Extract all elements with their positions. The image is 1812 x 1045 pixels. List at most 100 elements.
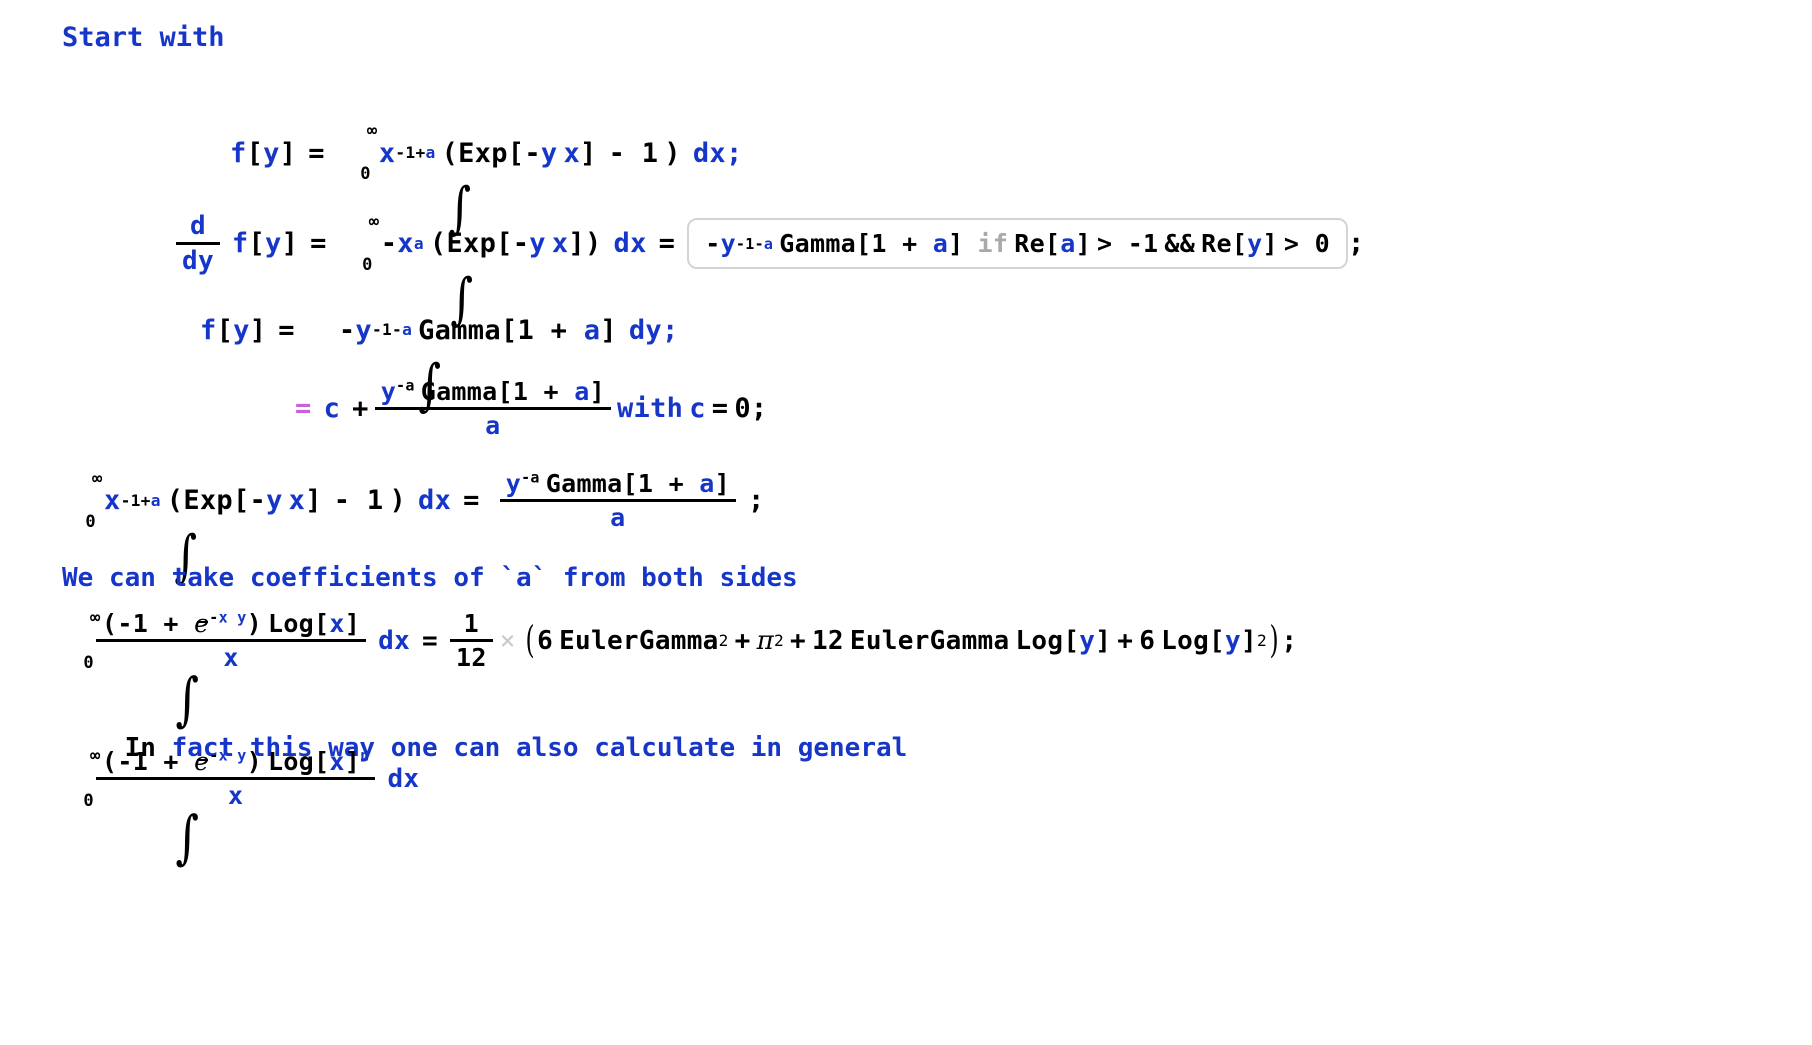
- eq7-num-log-x: x: [329, 747, 345, 776]
- eq1-x: x: [378, 137, 396, 169]
- eq3-equals: =: [278, 314, 295, 346]
- multiplication-icon: ×: [499, 625, 516, 656]
- integral-sign-2: ∫ ∞ 0: [339, 213, 473, 327]
- eq2-derivative-operator: d dy: [176, 212, 220, 275]
- boxed-and-operator: &&: [1164, 229, 1196, 259]
- eq2-bracket-open: [: [248, 228, 266, 260]
- boxed-negative: -: [705, 229, 721, 259]
- eq6-big-paren-open: (: [525, 618, 535, 663]
- eq7-num-log-bracket-open: [: [314, 747, 330, 776]
- eq1-dx: dx: [692, 137, 726, 169]
- eq5-minus-one: - 1: [333, 485, 384, 516]
- eq5-exp-minus: -: [249, 485, 267, 516]
- eq4-equals: =: [295, 393, 312, 424]
- eq1-exp-y: y: [540, 137, 558, 169]
- eq2-bracket-close: ]: [281, 228, 299, 260]
- eq6-num-neg-one: -1 +: [117, 609, 195, 638]
- eq7-numerator: (-1 + ℯ-x y) Log[x]n: [96, 748, 375, 777]
- eq6-equals: =: [422, 625, 438, 656]
- eq2-exp-bracket-open: [: [496, 228, 513, 260]
- eq5-fraction: y-a Gamma[1 + a] a: [499, 470, 736, 532]
- integral-lower-limit: 0: [85, 511, 96, 532]
- eq1-y: y: [263, 137, 280, 169]
- eq6-coefficient-fraction: 1 12: [450, 610, 493, 671]
- integral-upper-limit: ∞: [368, 211, 380, 232]
- eq1-bracket-open: [: [246, 137, 264, 169]
- eq5-numerator: y-a Gamma[1 + a]: [500, 470, 736, 499]
- eq3-negative: -: [338, 314, 356, 346]
- conditional-result-box: - y -1-a Gamma[1 + a] if Re[a] > -1 && Re[…: [687, 218, 1348, 270]
- eq2-x: x: [397, 228, 414, 260]
- eq4-equals-2: =: [711, 393, 729, 424]
- eq7-num-paren-open: (: [102, 747, 118, 776]
- eq6-term1-eulergamma: EulerGamma: [559, 625, 719, 656]
- eq6-numerator: (-1 + ℯ-x y) Log[x]: [96, 610, 366, 639]
- integral-sign-1: ∫ ∞ 0: [337, 123, 471, 237]
- eq7-dx: dx: [387, 763, 420, 794]
- eq6-dx: dx: [378, 625, 411, 656]
- eq3-gamma: Gamma: [418, 314, 501, 346]
- eq7-log-exponent-n: n: [360, 746, 370, 765]
- integral-sign-7: ∫ ∞ 0: [60, 747, 199, 866]
- eq5-num-gamma: Gamma: [545, 469, 623, 498]
- eq3-gamma-bracket-open: [: [500, 314, 518, 346]
- equation-3: f[y] = ∫ - y -1-a Gamma[1 + a] dy;: [200, 302, 679, 414]
- eq7-denominator-x: x: [228, 781, 244, 810]
- eq1-f: f: [230, 137, 247, 169]
- eq2-exp-minus: -: [512, 228, 530, 260]
- eq1-minus-one: - 1: [608, 137, 659, 169]
- boxed-gamma-bracket-close: ]: [948, 229, 964, 259]
- eq1-bracket-close: ]: [279, 137, 297, 169]
- eq6-num-log-bracket-open: [: [314, 609, 330, 638]
- eq1-semicolon: ;: [725, 137, 743, 169]
- eq6-num-log-x: x: [329, 609, 345, 638]
- eq6-coef-numerator: 1: [463, 609, 480, 638]
- eq1-paren-open: (: [441, 137, 459, 169]
- eq2-equals-2: =: [658, 228, 676, 260]
- eq2-exp-fn: Exp: [446, 228, 497, 260]
- eq6-term4-bracket-close: ]: [1240, 625, 1257, 656]
- eq6-num-log-bracket-close: ]: [344, 609, 361, 638]
- integral-lower-limit: 0: [83, 790, 94, 811]
- eq3-gamma-bracket-close: ]: [600, 314, 617, 346]
- eq5-num-bracket-close: ]: [714, 469, 730, 498]
- boxed-re-2: Re: [1201, 229, 1232, 259]
- exponential-e-icon: ℯ: [194, 747, 210, 776]
- eq4-num-bracket-close: ]: [589, 377, 605, 406]
- eq2-y: y: [265, 228, 282, 260]
- boxed-if-keyword: if: [977, 229, 1009, 259]
- eq3-bracket-open: [: [216, 314, 234, 346]
- eq6-term4-y: y: [1225, 625, 1241, 656]
- eq3-dy: dy: [628, 314, 662, 346]
- eq6-integrand-fraction: (-1 + ℯ-x y) Log[x] x: [96, 610, 367, 672]
- eq6-num-paren-open: (: [102, 609, 118, 638]
- equation-7: ∫ ∞ 0 (-1 + ℯ-x y) Log[x]n x dx: [60, 747, 420, 866]
- eq6-num-paren-close: ): [246, 609, 262, 638]
- eq5-num-bracket-open: [: [622, 469, 638, 498]
- boxed-re2-bracket-open: [: [1231, 229, 1248, 259]
- boxed-gamma-bracket-open: [: [856, 229, 872, 259]
- eq1-exp-bracket-close: ]: [580, 137, 597, 169]
- eq2-dx: dx: [613, 228, 647, 260]
- integral-upper-limit: ∞: [366, 121, 378, 141]
- eq1-exp-minus: -: [524, 137, 541, 169]
- eq5-exp-bracket-close: ]: [305, 485, 322, 516]
- eq4-numerator: y-a Gamma[1 + a]: [375, 378, 611, 407]
- integral-sign-3: ∫: [307, 302, 442, 414]
- boxed-gamma: Gamma: [779, 229, 857, 259]
- eq6-term3-bracket-close: ]: [1095, 625, 1112, 656]
- eq6-num-log: Log: [267, 609, 315, 638]
- eq5-equals: =: [463, 485, 480, 516]
- eq4-num-gamma: Gamma: [420, 377, 498, 406]
- eq6-denominator-x: x: [223, 643, 239, 672]
- eq5-denominator-a: a: [610, 503, 626, 532]
- eq5-dx: dx: [418, 485, 452, 516]
- eq5-num-a: a: [699, 469, 715, 498]
- eq2-semicolon: ;: [1347, 228, 1365, 260]
- eq4-zero: 0: [734, 393, 751, 424]
- eq4-num-y: y: [380, 377, 397, 406]
- eq3-gamma-one-plus: 1 +: [517, 314, 584, 346]
- eq5-semicolon: ;: [748, 485, 765, 516]
- eq6-term3-eulergamma: EulerGamma: [849, 625, 1010, 656]
- eq1-exp-bracket-open: [: [507, 137, 525, 169]
